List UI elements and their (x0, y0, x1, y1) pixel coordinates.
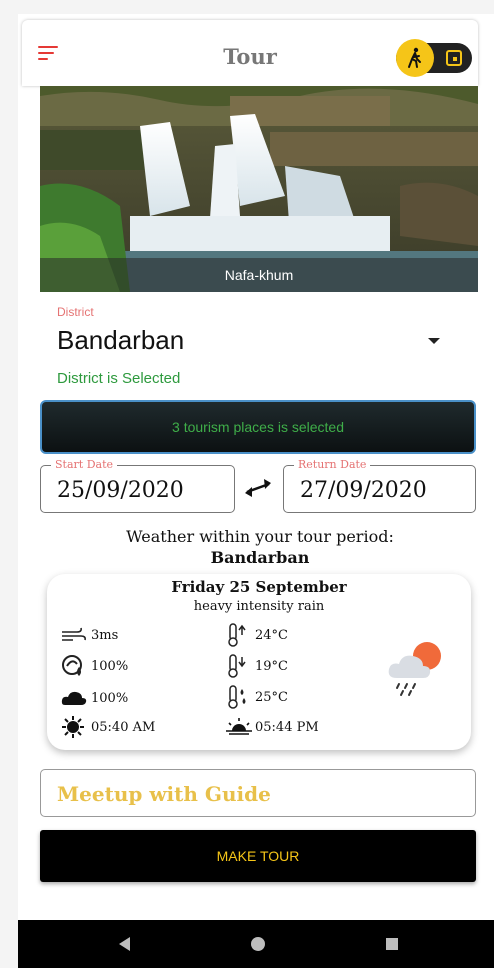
rain-cloud-sun-icon (388, 642, 441, 696)
mode-toggle[interactable] (396, 39, 472, 77)
clouds-row: 100% (61, 687, 128, 709)
weather-card: Friday 25 September heavy intensity rain… (47, 574, 471, 750)
return-date-label: Return Date (294, 458, 371, 471)
humidity-value: 100% (91, 658, 129, 674)
tourism-places-label: 3 tourism places is selected (172, 419, 344, 435)
weather-heading: Weather within your tour period: (126, 527, 394, 546)
calendar-icon[interactable] (446, 50, 462, 66)
return-date-value: 27/09/2020 (300, 478, 427, 503)
chevron-down-icon[interactable] (428, 338, 440, 344)
thermometer-drop-icon (225, 685, 255, 709)
thermometer-up-icon (225, 623, 255, 647)
cloud-icon (61, 687, 91, 709)
district-select[interactable]: Bandarban (57, 325, 184, 356)
hero-caption: Nafa-khum (40, 258, 478, 292)
home-icon[interactable] (251, 937, 265, 951)
sunrise-value: 05:40 AM (91, 719, 156, 735)
thermometer-down-icon (225, 654, 255, 678)
humidity-icon (61, 655, 91, 677)
walking-icon[interactable] (396, 39, 434, 77)
swap-arrows-icon[interactable] (243, 476, 273, 500)
recent-apps-icon[interactable] (386, 938, 398, 950)
start-date-field[interactable]: Start Date 25/09/2020 (40, 458, 235, 513)
start-date-value: 25/09/2020 (57, 478, 184, 503)
wind-value: 3ms (91, 627, 119, 643)
humidity-row: 100% (61, 655, 128, 677)
sunrise-icon (61, 716, 91, 738)
return-date-field[interactable]: Return Date 27/09/2020 (283, 458, 476, 513)
meetup-guide-label: Meetup with Guide (57, 782, 271, 806)
temp-min-row: 19°C (225, 654, 288, 678)
district-status: District is Selected (57, 370, 181, 387)
tourism-places-button[interactable]: 3 tourism places is selected (40, 400, 476, 454)
page: Tour Nafa-khum District Bandarban Distri… (0, 0, 494, 968)
system-nav-bar (18, 920, 494, 968)
wind-icon (61, 624, 91, 646)
sunrise-row: 05:40 AM (61, 716, 155, 738)
app-bar: Tour (22, 20, 478, 86)
make-tour-button[interactable]: MAKE TOUR (40, 830, 476, 882)
back-icon[interactable] (119, 937, 130, 951)
sunset-icon (225, 716, 255, 738)
start-date-label: Start Date (51, 458, 117, 471)
temp-min-value: 19°C (255, 658, 288, 674)
feels-like-row: 25°C (225, 685, 288, 709)
wind-row: 3ms (61, 624, 118, 646)
meetup-guide-field[interactable]: Meetup with Guide (40, 769, 476, 817)
sunset-row: 05:44 PM (225, 716, 319, 738)
feels-like-value: 25°C (255, 689, 288, 705)
sunset-value: 05:44 PM (255, 719, 319, 735)
make-tour-label: MAKE TOUR (216, 848, 300, 864)
district-label: District (57, 305, 94, 319)
weather-description: heavy intensity rain (193, 599, 325, 614)
clouds-value: 100% (91, 690, 129, 706)
weather-day: Friday 25 September (171, 578, 347, 596)
temp-max-row: 24°C (225, 623, 288, 647)
temp-max-value: 24°C (255, 627, 288, 643)
weather-location: Bandarban (210, 548, 310, 567)
hero-image: Nafa-khum (40, 86, 478, 292)
